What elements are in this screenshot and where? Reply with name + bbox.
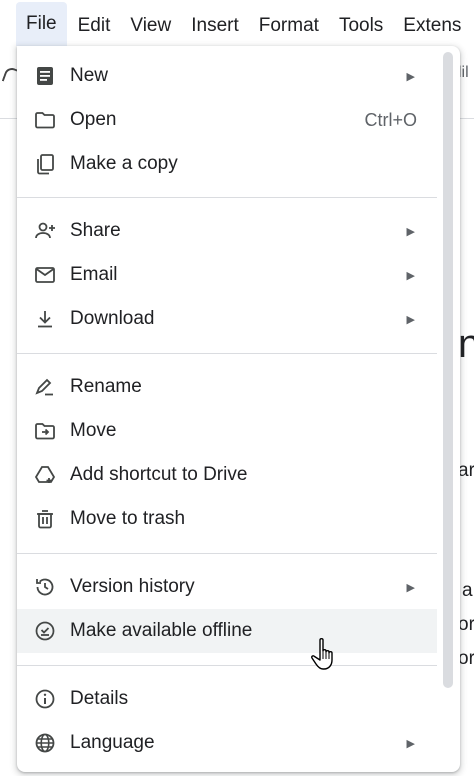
move-folder-icon — [33, 419, 57, 443]
menu-item-label: Rename — [70, 376, 142, 397]
menu-item-label: Move to trash — [70, 508, 186, 529]
menu-item-label: Download — [70, 308, 155, 329]
menu-item-new[interactable]: New ▶ — [17, 54, 437, 98]
menu-format[interactable]: Format — [259, 6, 319, 46]
doc-icon — [33, 64, 57, 88]
menu-divider — [17, 665, 437, 666]
download-icon — [33, 307, 57, 331]
folder-icon — [33, 108, 57, 132]
submenu-arrow-icon: ▶ — [406, 581, 415, 594]
menu-item-version-history[interactable]: Version history ▶ — [17, 565, 437, 609]
menu-item-label: Make a copy — [70, 153, 178, 174]
menu-divider — [17, 197, 437, 198]
menu-view[interactable]: View — [130, 6, 171, 46]
menu-tools[interactable]: Tools — [339, 6, 383, 46]
menu-item-label: Details — [70, 688, 129, 709]
menu-item-email[interactable]: Email ▶ — [17, 253, 437, 297]
menu-item-download[interactable]: Download ▶ — [17, 297, 437, 341]
menu-insert[interactable]: Insert — [191, 6, 239, 46]
doc-heading-fragment: n — [458, 322, 474, 366]
submenu-arrow-icon: ▶ — [406, 737, 415, 750]
submenu-arrow-icon: ▶ — [406, 313, 415, 326]
menu-item-rename[interactable]: Rename — [17, 365, 437, 409]
hand-pointer-cursor-icon — [310, 636, 340, 672]
submenu-arrow-icon: ▶ — [406, 225, 415, 238]
menu-item-label: Version history — [70, 576, 195, 597]
trash-icon — [33, 507, 57, 531]
rename-pencil-icon — [33, 375, 57, 399]
menu-item-make-available-offline[interactable]: Make available offline — [17, 609, 437, 653]
menu-divider — [17, 353, 437, 354]
menu-item-label: Open — [70, 109, 117, 130]
menu-item-make-copy[interactable]: Make a copy — [17, 142, 437, 186]
doc-text-fragment: ar — [458, 460, 474, 481]
menu-item-move-to-trash[interactable]: Move to trash — [17, 497, 437, 541]
menu-item-label: Share — [70, 220, 121, 241]
menu-edit[interactable]: Edit — [78, 6, 111, 46]
menu-item-label: Email — [70, 264, 118, 285]
history-icon — [33, 575, 57, 599]
mail-icon — [33, 263, 57, 287]
doc-text-fragment: or — [458, 614, 474, 635]
menu-item-label: New — [70, 65, 109, 86]
menu-divider — [17, 553, 437, 554]
submenu-arrow-icon: ▶ — [406, 70, 415, 83]
menu-item-add-shortcut[interactable]: Add shortcut to Drive — [17, 453, 437, 497]
menu-item-label: Add shortcut to Drive — [70, 464, 248, 485]
menu-item-language[interactable]: Language ▶ — [17, 721, 437, 765]
globe-icon — [33, 731, 57, 755]
menu-item-open[interactable]: Open Ctrl+O — [17, 98, 437, 142]
menu-file[interactable]: File — [16, 2, 67, 46]
info-icon — [33, 687, 57, 711]
menu-item-label: Move — [70, 420, 117, 441]
doc-text-fragment: a — [462, 580, 473, 601]
drive-shortcut-icon — [33, 463, 57, 487]
doc-text-fragment: or — [458, 648, 474, 669]
keyboard-shortcut: Ctrl+O — [364, 109, 417, 130]
submenu-arrow-icon: ▶ — [406, 269, 415, 282]
menu-item-label: Language — [70, 732, 155, 753]
copy-icon — [33, 152, 57, 176]
menu-bar: File Edit View Insert Format Tools Exten… — [0, 0, 474, 46]
file-menu-dropdown: New ▶ Open Ctrl+O Make a copy Share ▶ Em… — [17, 46, 460, 772]
menu-item-details[interactable]: Details — [17, 677, 437, 721]
person-add-icon — [33, 219, 57, 243]
menu-item-label: Make available offline — [70, 620, 253, 641]
menu-item-move[interactable]: Move — [17, 409, 437, 453]
menu-scrollbar[interactable] — [443, 52, 453, 688]
menu-extensions[interactable]: Extens — [403, 6, 461, 46]
offline-check-icon — [33, 619, 57, 643]
menu-item-share[interactable]: Share ▶ — [17, 209, 437, 253]
